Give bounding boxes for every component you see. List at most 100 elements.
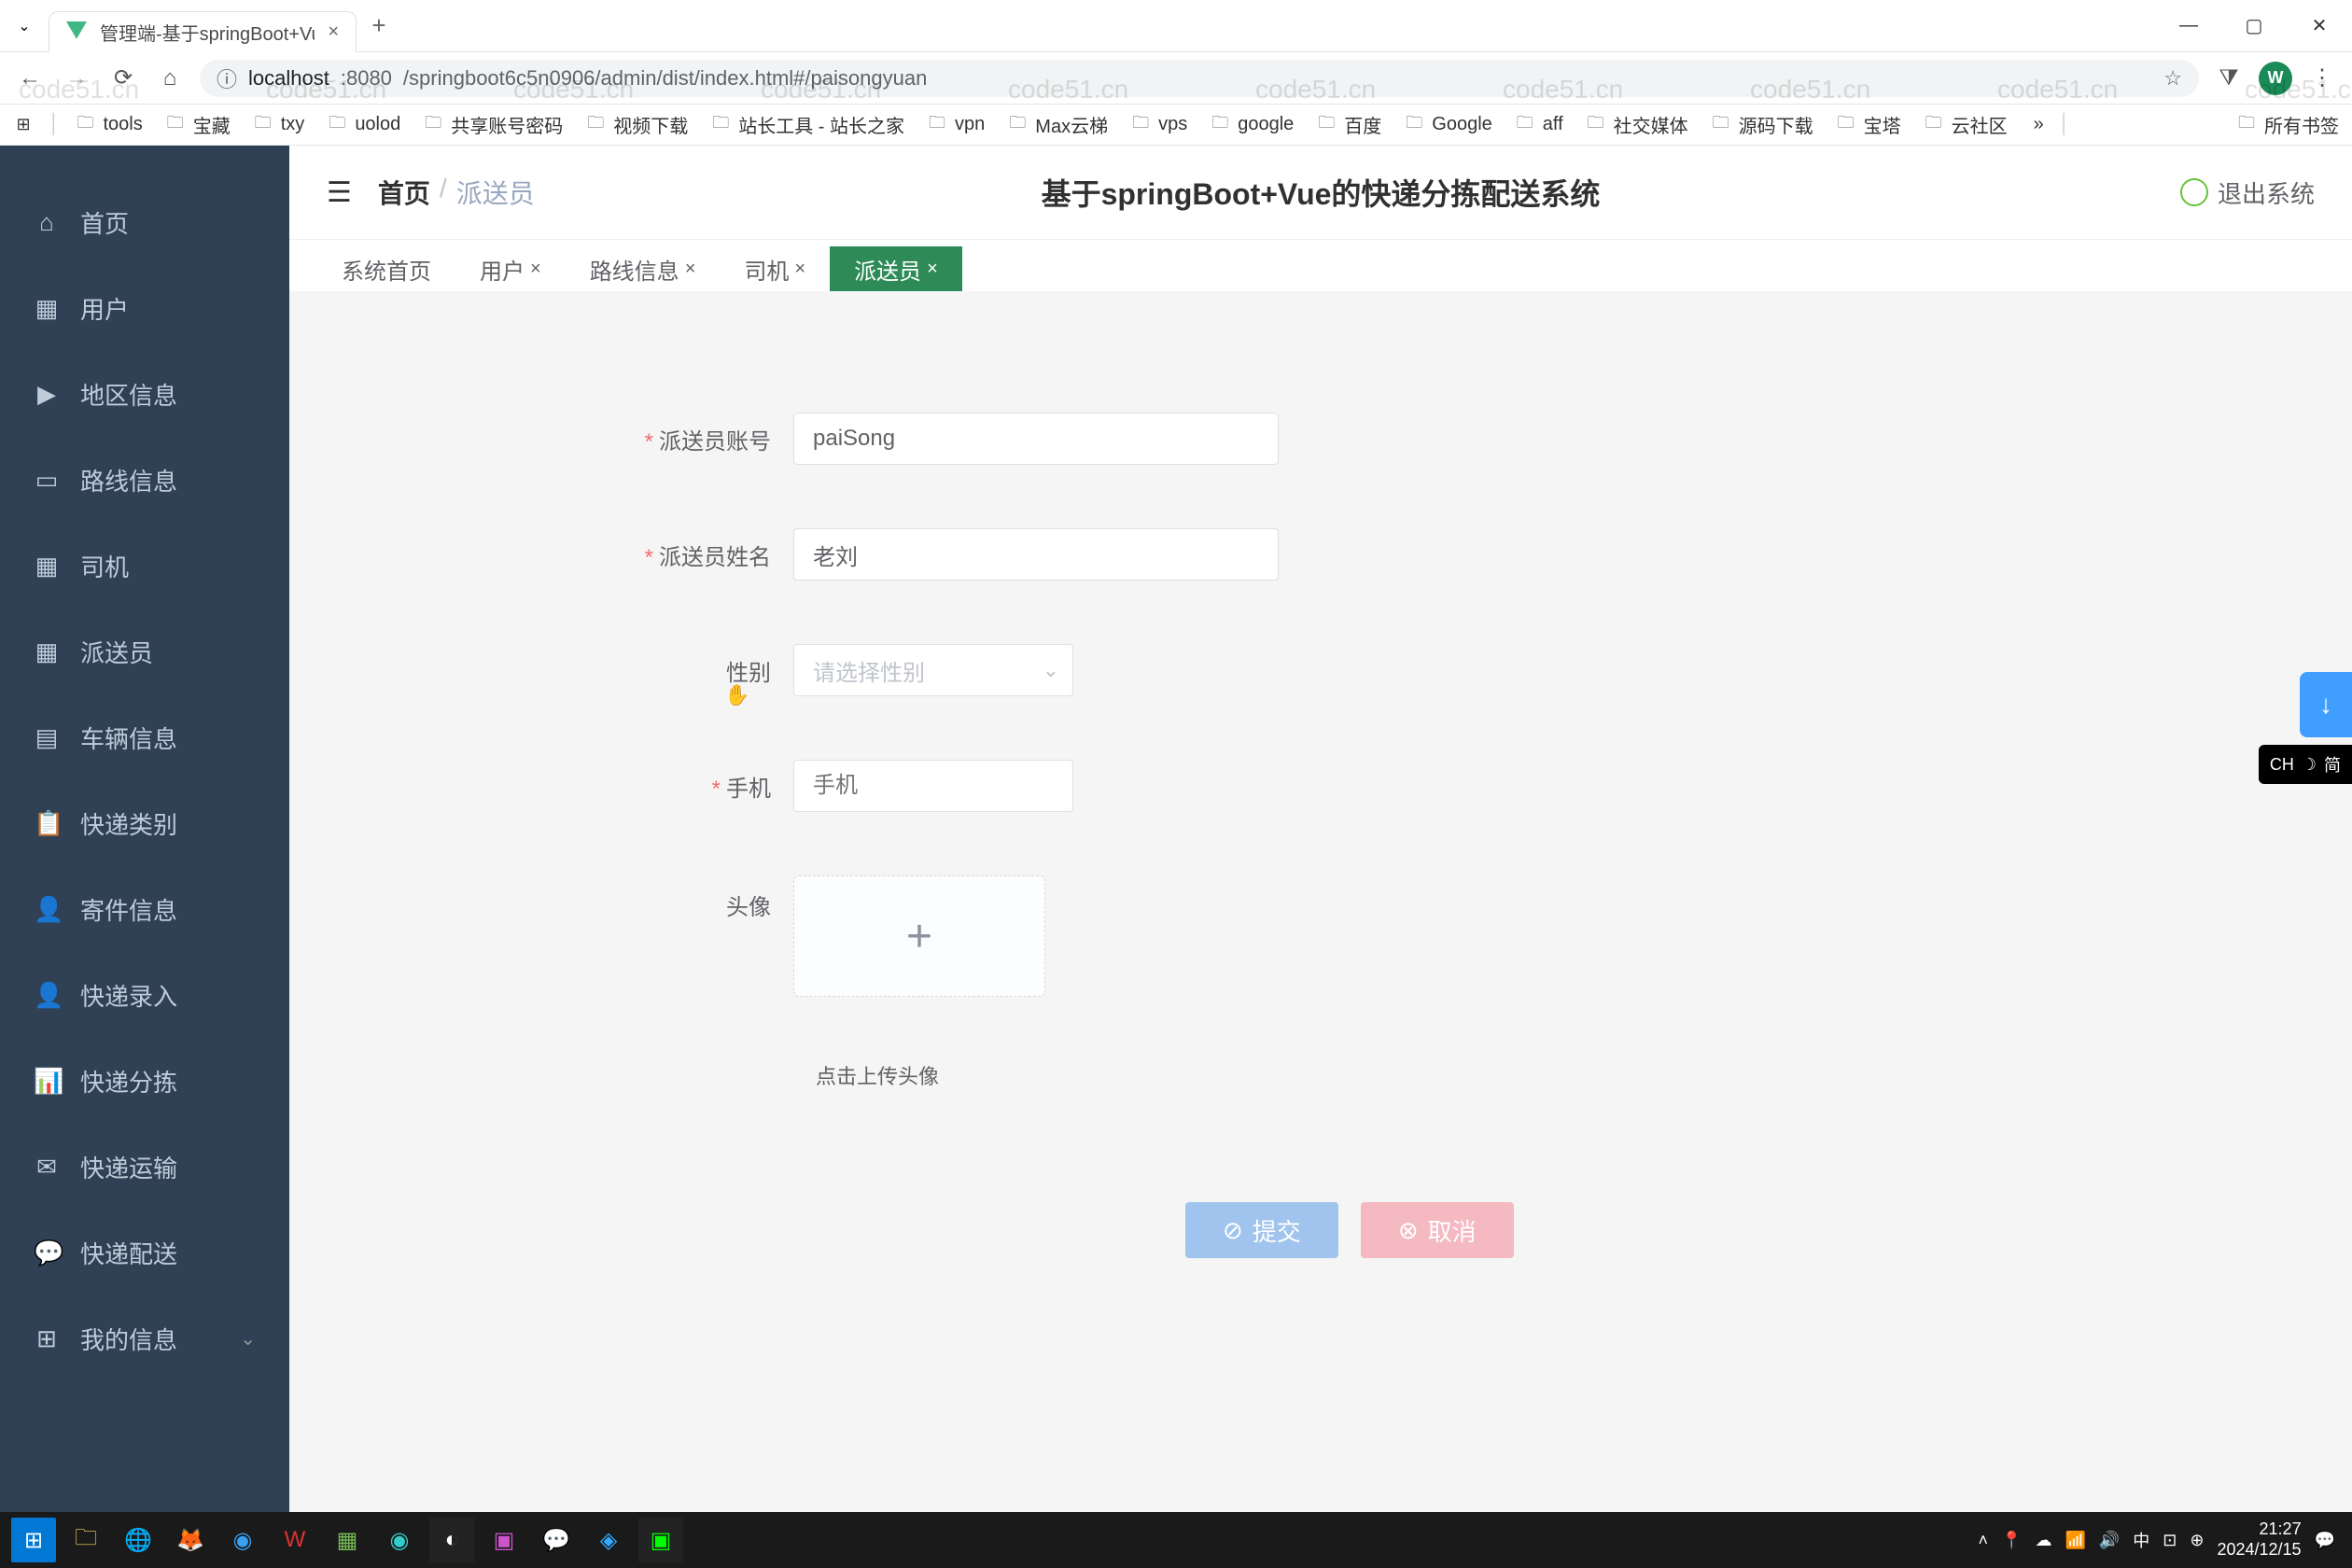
download-float-button[interactable]: ↓ bbox=[2300, 672, 2352, 737]
bookmark-item[interactable]: 🗀源码下载 bbox=[1711, 111, 1813, 138]
bookmark-item[interactable]: 🗀aff bbox=[1515, 111, 1563, 138]
tray-icon2[interactable]: ⊕ bbox=[2190, 1531, 2204, 1550]
bookmark-item[interactable]: 🗀txy bbox=[253, 111, 305, 138]
sidebar-item[interactable]: ▦司机 bbox=[0, 523, 289, 609]
window-minimize-button[interactable]: — bbox=[2156, 0, 2221, 52]
nav-home-button[interactable]: ⌂ bbox=[153, 62, 187, 95]
sidebar-item[interactable]: 📊快递分拣 bbox=[0, 1038, 289, 1124]
tray-notif-icon[interactable]: 💬 bbox=[2315, 1531, 2335, 1550]
task-chrome[interactable]: 🌐 bbox=[116, 1518, 161, 1562]
bookmark-item[interactable]: 🗀宝藏 bbox=[165, 111, 231, 138]
window-maximize-button[interactable]: ▢ bbox=[2221, 0, 2287, 52]
bookmark-item[interactable]: 🗀Max云梯 bbox=[1007, 111, 1108, 138]
tray-location-icon[interactable]: 📍 bbox=[2001, 1531, 2022, 1550]
browser-menu-icon[interactable]: ⋮ bbox=[2305, 62, 2339, 95]
tab-search-dropdown[interactable]: ⌄ bbox=[0, 17, 49, 35]
tab-close-icon[interactable]: × bbox=[685, 259, 696, 280]
sidebar-item[interactable]: 👤快递录入 bbox=[0, 952, 289, 1038]
breadcrumb-sep: / bbox=[440, 174, 447, 211]
power-icon bbox=[2180, 178, 2208, 206]
bookmark-item[interactable]: 🗀uolod bbox=[327, 111, 400, 138]
start-button[interactable]: ⊞ bbox=[11, 1518, 56, 1562]
task-app2[interactable]: ▦ bbox=[325, 1518, 370, 1562]
nav-forward-button[interactable]: → bbox=[60, 62, 93, 95]
bookmark-star-icon[interactable]: ☆ bbox=[2163, 66, 2182, 91]
name-input[interactable] bbox=[793, 528, 1279, 581]
nav-back-button[interactable]: ← bbox=[13, 62, 47, 95]
bookmark-item[interactable]: 🗀vps bbox=[1130, 111, 1187, 138]
sidebar-item[interactable]: 📋快递类别 bbox=[0, 780, 289, 866]
sidebar-item[interactable]: ✉快递运输 bbox=[0, 1124, 289, 1210]
page-tab[interactable]: 系统首页 bbox=[317, 246, 455, 291]
task-app3[interactable]: ◐ bbox=[429, 1518, 474, 1562]
bookmark-item[interactable]: 🗀共享账号密码 bbox=[423, 111, 563, 138]
all-bookmarks[interactable]: 🗀所有书签 bbox=[2236, 111, 2339, 138]
site-info-icon[interactable]: ⓘ bbox=[217, 63, 237, 93]
sidebar-item[interactable]: ▶地区信息 bbox=[0, 351, 289, 437]
page-tab[interactable]: 司机× bbox=[720, 246, 830, 291]
tray-network-icon[interactable]: 📶 bbox=[2065, 1531, 2085, 1550]
bookmark-item[interactable]: 🗀vpn bbox=[927, 111, 985, 138]
tab-title: 管理端-基于springBoot+Vue的 bbox=[100, 19, 315, 46]
tab-close-icon[interactable]: × bbox=[794, 259, 805, 280]
sidebar-icon: 💬 bbox=[34, 1239, 60, 1267]
phone-input[interactable] bbox=[793, 760, 1073, 812]
tab-close-icon[interactable]: × bbox=[927, 259, 938, 280]
tab-close-icon[interactable]: × bbox=[328, 21, 339, 43]
bookmark-item[interactable]: 🗀云社区 bbox=[1924, 111, 2008, 138]
breadcrumb-home[interactable]: 首页 bbox=[378, 174, 430, 211]
tab-close-icon[interactable]: × bbox=[530, 259, 541, 280]
sidebar-item[interactable]: ⊞我的信息⌄ bbox=[0, 1295, 289, 1381]
bookmark-item[interactable]: 🗀宝塔 bbox=[1836, 111, 1901, 138]
address-bar[interactable]: ⓘ localhost:8080/springboot6c5n0906/admi… bbox=[200, 60, 2199, 97]
tray-lang[interactable]: 中 bbox=[2133, 1528, 2149, 1552]
account-input[interactable] bbox=[793, 413, 1279, 465]
tray-up-icon[interactable]: ˄ bbox=[1979, 1531, 1989, 1550]
task-wechat[interactable]: 💬 bbox=[534, 1518, 579, 1562]
bookmark-item[interactable]: 🗀google bbox=[1210, 111, 1294, 138]
tray-volume-icon[interactable]: 🔊 bbox=[2099, 1531, 2120, 1550]
cancel-button[interactable]: ⊗取消 bbox=[1361, 1202, 1514, 1258]
page-tab[interactable]: 用户× bbox=[455, 246, 566, 291]
taskbar-clock[interactable]: 21:27 2024/12/15 bbox=[2217, 1519, 2301, 1560]
bookmark-item[interactable]: 🗀视频下载 bbox=[585, 111, 688, 138]
task-app1[interactable]: ◉ bbox=[220, 1518, 265, 1562]
gender-select[interactable]: 请选择性别 bbox=[793, 644, 1073, 696]
sidebar-toggle-button[interactable]: ☰ bbox=[327, 176, 352, 209]
bookmark-overflow[interactable]: » bbox=[2034, 114, 2044, 135]
profile-avatar[interactable]: W bbox=[2259, 62, 2292, 95]
window-close-button[interactable]: ✕ bbox=[2287, 0, 2352, 52]
sidebar-item[interactable]: ▦派送员 bbox=[0, 609, 289, 694]
sidebar-item[interactable]: ▤车辆信息 bbox=[0, 694, 289, 780]
sidebar-item[interactable]: 💬快递配送 bbox=[0, 1210, 289, 1295]
logout-button[interactable]: 退出系统 bbox=[2180, 175, 2315, 210]
sidebar-item[interactable]: ▭路线信息 bbox=[0, 437, 289, 523]
extensions-icon[interactable]: ⧩ bbox=[2212, 62, 2246, 95]
bookmark-item[interactable]: 🗀tools bbox=[76, 111, 143, 138]
task-ide[interactable]: ▣ bbox=[638, 1518, 683, 1562]
bookmark-item[interactable]: 🗀Google bbox=[1404, 111, 1492, 138]
task-app4[interactable]: ▣ bbox=[482, 1518, 526, 1562]
sidebar-item[interactable]: ⌂首页 bbox=[0, 179, 289, 265]
task-edge[interactable]: ◉ bbox=[377, 1518, 422, 1562]
page-tab[interactable]: 派送员× bbox=[830, 246, 962, 291]
sidebar-item[interactable]: ▦用户 bbox=[0, 265, 289, 351]
browser-tab[interactable]: 管理端-基于springBoot+Vue的 × bbox=[49, 11, 357, 52]
task-explorer[interactable]: 🗀 bbox=[63, 1518, 108, 1562]
task-firefox[interactable]: 🦊 bbox=[168, 1518, 213, 1562]
submit-button[interactable]: ⊘提交 bbox=[1185, 1202, 1338, 1258]
ime-indicator[interactable]: CH☽简 bbox=[2259, 745, 2352, 784]
bookmark-item[interactable]: 🗀站长工具 - 站长之家 bbox=[710, 111, 904, 138]
avatar-upload[interactable]: + bbox=[793, 875, 1045, 997]
bookmark-item[interactable]: 🗀百度 bbox=[1316, 111, 1381, 138]
tray-cloud-icon[interactable]: ☁ bbox=[2035, 1531, 2051, 1550]
bookmark-item[interactable]: 🗀社交媒体 bbox=[1586, 111, 1688, 138]
tray-icon1[interactable]: ⊡ bbox=[2163, 1531, 2177, 1550]
task-wps[interactable]: W bbox=[273, 1518, 317, 1562]
apps-shortcut[interactable]: ⊞ bbox=[13, 115, 34, 135]
task-app5[interactable]: ◈ bbox=[586, 1518, 631, 1562]
nav-reload-button[interactable]: ⟳ bbox=[106, 62, 140, 95]
page-tab[interactable]: 路线信息× bbox=[566, 246, 721, 291]
new-tab-button[interactable]: + bbox=[357, 11, 401, 40]
sidebar-item[interactable]: 👤寄件信息 bbox=[0, 866, 289, 952]
